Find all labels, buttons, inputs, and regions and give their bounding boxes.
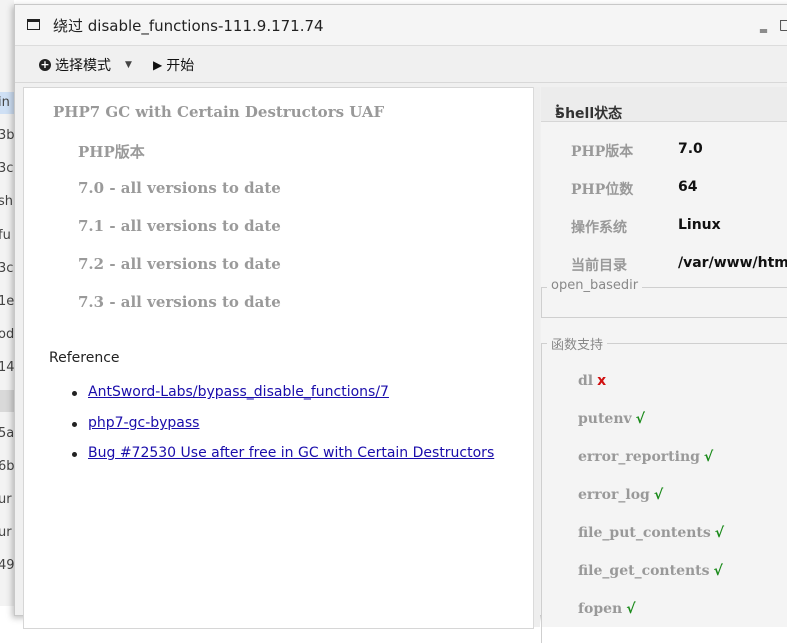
open-basedir-border: [541, 317, 787, 318]
functions-legend: 函数支持: [547, 334, 608, 353]
supported-mark: √: [703, 449, 714, 465]
function-name: error_reporting: [578, 449, 700, 465]
info-key: 操作系统: [571, 220, 627, 236]
reference-item: Bug #72530 Use after free in GC with Cer…: [71, 445, 494, 461]
play-icon: ▶: [153, 58, 163, 72]
info-value: /var/www/html: [678, 255, 787, 271]
function-name: fopen: [578, 601, 623, 617]
start-button[interactable]: ▶ 开始: [153, 55, 194, 75]
background-row[interactable]: fu: [0, 225, 14, 247]
function-name: file_get_contents: [578, 563, 710, 579]
background-row[interactable]: 1e: [0, 291, 14, 313]
function-item: error_reporting √: [578, 449, 713, 465]
background-row[interactable]: 3b: [0, 125, 14, 147]
version-item: 7.2 - all versions to date: [78, 255, 281, 273]
background-row[interactable]: sh: [0, 191, 14, 213]
supported-mark: √: [635, 411, 645, 427]
function-name: putenv: [578, 411, 632, 427]
reference-link[interactable]: php7-gc-bypass: [88, 415, 199, 431]
select-mode-dropdown[interactable]: + 选择模式 ▼: [39, 55, 132, 75]
version-item: 7.3 - all versions to date: [78, 293, 281, 311]
shell-status-header: ℹ Shell状态: [541, 87, 787, 122]
supported-mark: √: [714, 525, 725, 541]
shell-status-panel: ℹ Shell状态 PHP版本 7.0 PHP位数 64 操作系统 Linux …: [541, 87, 787, 643]
function-name: error_log: [578, 487, 650, 503]
background-row[interactable]: od: [0, 324, 14, 346]
reference-link[interactable]: Bug #72530 Use after free in GC with Cer…: [88, 445, 494, 461]
window-icon: [27, 19, 40, 30]
function-item: dl x: [578, 373, 606, 389]
function-item: putenv √: [578, 411, 645, 427]
title-bar[interactable]: 绕过 disable_functions-111.9.171.74 ‗ □: [15, 5, 787, 46]
bypass-window: 绕过 disable_functions-111.9.171.74 ‗ □ + …: [14, 4, 787, 643]
info-value: 7.0: [678, 141, 703, 157]
background-row[interactable]: 3c: [0, 158, 14, 180]
background-row[interactable]: in: [0, 92, 14, 114]
supported-mark: √: [653, 487, 664, 503]
version-item: 7.0 - all versions to date: [78, 179, 281, 197]
php-version-header: PHP版本: [78, 143, 145, 161]
function-name: file_put_contents: [578, 525, 711, 541]
toolbar: + 选择模式 ▼ ▶ 开始: [15, 46, 787, 83]
panel-splitter[interactable]: [533, 87, 540, 627]
reference-heading: Reference: [49, 350, 120, 366]
background-row[interactable]: 6b: [0, 456, 14, 478]
function-item: file_put_contents √: [578, 525, 724, 541]
background-row[interactable]: ur: [0, 522, 14, 544]
info-key: 当前目录: [571, 258, 627, 274]
shell-status-title: Shell状态: [555, 106, 623, 122]
function-name: dl: [578, 373, 594, 389]
reference-item: php7-gc-bypass: [71, 415, 199, 431]
window-title: 绕过 disable_functions-111.9.171.74: [53, 17, 324, 35]
background-row[interactable]: [0, 390, 14, 412]
reference-link[interactable]: AntSword-Labs/bypass_disable_functions/7: [88, 384, 389, 400]
function-item: fopen √: [578, 601, 636, 617]
start-label: 开始: [166, 58, 195, 74]
background-row[interactable]: 3c: [0, 258, 14, 280]
open-basedir-border: [541, 287, 542, 317]
info-value: Linux: [678, 217, 721, 233]
chevron-down-icon: ▼: [125, 60, 132, 70]
minimize-button[interactable]: ‗: [760, 17, 767, 33]
background-row[interactable]: 14: [0, 357, 14, 379]
background-row[interactable]: 5a: [0, 423, 14, 445]
info-key: PHP位数: [571, 182, 634, 198]
function-item: file_get_contents √: [578, 563, 723, 579]
supported-mark: √: [626, 601, 636, 617]
info-key: PHP版本: [571, 144, 634, 160]
background-row[interactable]: 49: [0, 555, 14, 577]
supported-mark: √: [713, 563, 723, 579]
background-list: in 3b 3c sh fu 3c 1e od 14 5a 6b ur ur 4…: [0, 0, 14, 606]
exploit-info-panel: PHP7 GC with Certain Destructors UAF PHP…: [23, 87, 534, 629]
background-row[interactable]: ur: [0, 489, 14, 511]
version-item: 7.1 - all versions to date: [78, 217, 281, 235]
functions-border: [541, 343, 542, 643]
reference-item: AntSword-Labs/bypass_disable_functions/7: [72, 384, 389, 400]
exploit-title: PHP7 GC with Certain Destructors UAF: [53, 103, 385, 121]
plus-circle-icon: +: [39, 58, 51, 71]
info-value: 64: [678, 179, 698, 195]
open-basedir-legend: open_basedir: [547, 278, 643, 293]
maximize-button[interactable]: □: [779, 17, 787, 33]
select-mode-label: 选择模式: [55, 58, 111, 74]
unsupported-mark: x: [597, 373, 607, 389]
function-item: error_log √: [578, 487, 663, 503]
